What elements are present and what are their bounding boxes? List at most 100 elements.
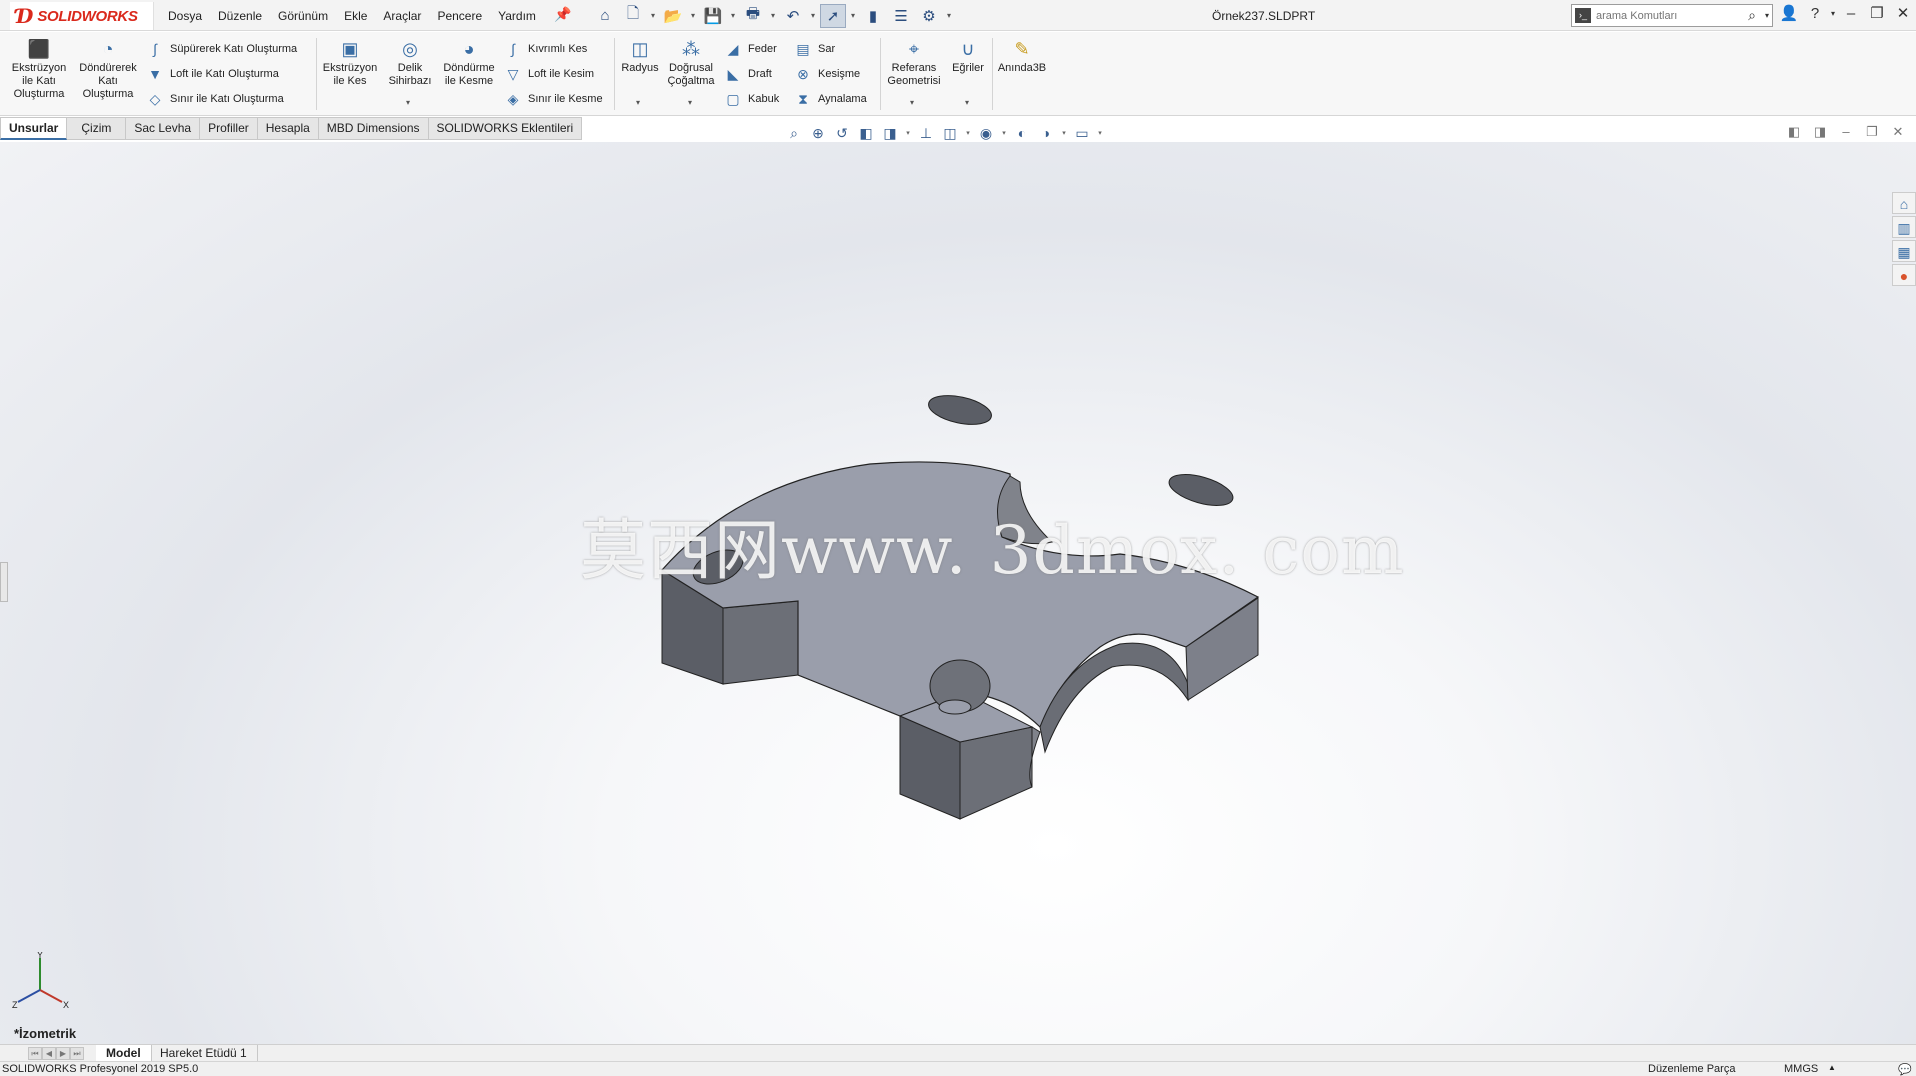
chevron-down-icon[interactable]: ▾ <box>904 129 912 137</box>
edit-appearance-icon[interactable]: ◉ <box>976 125 996 142</box>
hide-show-items-icon[interactable]: ◫ <box>940 125 960 142</box>
part-model-3d[interactable] <box>0 142 1916 1044</box>
revolve-boss-button[interactable]: ◔ Döndürerek Katı Oluşturma <box>76 38 140 101</box>
draft-button[interactable]: ◣ Draft <box>724 65 772 83</box>
file-explorer-icon[interactable]: ▦ <box>1892 240 1916 262</box>
chevron-down-icon[interactable]: ▾ <box>1096 129 1104 137</box>
save-icon[interactable]: 💾 <box>700 4 726 28</box>
chevron-down-icon[interactable]: ▾ <box>636 98 640 107</box>
previous-view-icon[interactable]: ↺ <box>832 125 852 142</box>
select-cursor-icon[interactable]: ➚ <box>820 3 846 28</box>
extrude-boss-button[interactable]: ⬛ Ekstrüzyon ile Katı Oluşturma <box>6 38 72 101</box>
chevron-down-icon[interactable]: ▾ <box>1765 11 1769 20</box>
shell-button[interactable]: ▢ Kabuk <box>724 90 779 108</box>
chevron-down-icon[interactable]: ▾ <box>808 11 818 20</box>
rib-button[interactable]: ◢ Feder <box>724 40 777 58</box>
curves-button[interactable]: ∪ Eğriler <box>948 38 988 75</box>
solidworks-logo[interactable]: Ɗ SOLIDWORKS <box>10 2 154 30</box>
view-settings-icon[interactable]: ◑ <box>1036 125 1056 141</box>
chevron-up-icon[interactable]: ▲ <box>1828 1063 1836 1072</box>
menu-window[interactable]: Pencere <box>437 9 482 23</box>
menu-help[interactable]: Yardım <box>498 9 536 23</box>
search-icon[interactable]: ⌕ <box>1748 7 1756 24</box>
linear-pattern-button[interactable]: ⁂ Doğrusal Çoğaltma <box>664 38 718 88</box>
revolve-cut-button[interactable]: ◕ Döndürme ile Kesme <box>440 38 498 88</box>
chevron-down-icon[interactable]: ▾ <box>768 11 778 20</box>
apply-scene-icon[interactable]: ◐ <box>1012 125 1032 141</box>
tab-solidworks-addins[interactable]: SOLIDWORKS Eklentileri <box>428 117 583 140</box>
appearances-icon[interactable]: ● <box>1892 264 1916 286</box>
split-left-icon[interactable]: ◧ <box>1786 124 1802 140</box>
chat-bubble-icon[interactable]: 💬 <box>1898 1063 1912 1076</box>
tab-features[interactable]: Unsurlar <box>0 117 68 140</box>
display-monitor-icon[interactable]: ▭ <box>1072 125 1092 142</box>
last-tab-icon[interactable]: ⏭ <box>70 1047 84 1060</box>
intersect-button[interactable]: ⊗ Kesişme <box>794 65 860 83</box>
restore-icon[interactable]: ❐ <box>1864 124 1880 140</box>
mirror-button[interactable]: ⧗ Aynalama <box>794 90 867 108</box>
help-icon[interactable]: ? <box>1802 5 1828 22</box>
minimize-icon[interactable]: – <box>1838 124 1854 140</box>
chevron-down-icon[interactable]: ▾ <box>688 11 698 20</box>
home-icon[interactable]: ⌂ <box>592 4 618 28</box>
hole-wizard-button[interactable]: ◎ Delik Sihirbazı <box>384 38 436 88</box>
chevron-down-icon[interactable]: ▾ <box>688 98 692 107</box>
fillet-button[interactable]: ◫ Radyus <box>618 38 662 75</box>
menu-insert[interactable]: Ekle <box>344 9 367 23</box>
loft-boss-button[interactable]: ▼ Loft ile Katı Oluşturma <box>146 65 279 83</box>
instant3d-button[interactable]: ✎ Anında3B <box>996 38 1048 75</box>
graphics-area[interactable]: 莫西网www. 3dmox. com ⌂ ▥ ▦ ● Y X Z *İzomet… <box>0 142 1916 1044</box>
menu-view[interactable]: Görünüm <box>278 9 328 23</box>
loft-cut-button[interactable]: ▽ Loft ile Kesim <box>504 65 594 83</box>
undo-icon[interactable]: ↶ <box>780 4 806 28</box>
prev-tab-icon[interactable]: ◀ <box>42 1047 56 1060</box>
menu-file[interactable]: Dosya <box>168 9 202 23</box>
section-view-icon[interactable]: ◧ <box>856 125 876 142</box>
chevron-down-icon[interactable]: ▾ <box>964 129 972 137</box>
minimize-icon[interactable]: – <box>1838 5 1864 22</box>
restore-icon[interactable]: ❐ <box>1864 4 1890 22</box>
split-right-icon[interactable]: ◨ <box>1812 124 1828 140</box>
chevron-down-icon[interactable]: ▾ <box>406 98 410 107</box>
tab-motion-study-1[interactable]: Hareket Etüdü 1 <box>150 1045 258 1062</box>
chevron-down-icon[interactable]: ▾ <box>1828 9 1838 18</box>
boundary-boss-button[interactable]: ◇ Sınır ile Katı Oluşturma <box>146 90 284 108</box>
display-style-icon[interactable]: ⊥ <box>916 125 936 142</box>
boundary-cut-button[interactable]: ◈ Sınır ile Kesme <box>504 90 603 108</box>
pin-icon[interactable]: 📌 <box>554 6 571 23</box>
close-icon[interactable]: ✕ <box>1890 4 1916 22</box>
next-tab-icon[interactable]: ▶ <box>56 1047 70 1060</box>
design-library-icon[interactable]: ▥ <box>1892 216 1916 238</box>
tab-sketch[interactable]: Çizim <box>67 117 127 140</box>
wrap-button[interactable]: ▤ Sar <box>794 40 835 58</box>
view-orientation-icon[interactable]: ◨ <box>880 125 900 142</box>
file-properties-icon[interactable]: ☰ <box>888 4 914 28</box>
close-icon[interactable]: ✕ <box>1890 124 1906 140</box>
reference-geometry-button[interactable]: ⌖ Referans Geometrisi <box>884 38 944 88</box>
tab-model[interactable]: Model <box>96 1045 152 1062</box>
chevron-down-icon[interactable]: ▾ <box>944 11 954 20</box>
menu-edit[interactable]: Düzenle <box>218 9 262 23</box>
chevron-down-icon[interactable]: ▾ <box>910 98 914 107</box>
zoom-to-area-icon[interactable]: ⊕ <box>808 125 828 142</box>
tab-mbd-dimensions[interactable]: MBD Dimensions <box>318 117 429 140</box>
new-document-icon[interactable]: 🗋 <box>620 4 646 28</box>
tab-profiles[interactable]: Profiller <box>200 117 258 140</box>
chevron-down-icon[interactable]: ▾ <box>648 11 658 20</box>
tab-evaluate[interactable]: Hesapla <box>257 117 319 140</box>
tab-sheet-metal[interactable]: Sac Levha <box>126 117 201 140</box>
zoom-to-fit-icon[interactable]: ⌕ <box>784 125 804 142</box>
chevron-down-icon[interactable]: ▾ <box>965 98 969 107</box>
chevron-down-icon[interactable]: ▾ <box>848 11 858 20</box>
home-icon[interactable]: ⌂ <box>1892 192 1916 214</box>
traffic-light-icon[interactable]: ▮ <box>860 4 886 28</box>
print-icon[interactable]: 🖶 <box>740 4 766 28</box>
menu-tools[interactable]: Araçlar <box>383 9 421 23</box>
open-folder-icon[interactable]: 📂 <box>660 4 686 28</box>
chevron-down-icon[interactable]: ▾ <box>1000 129 1008 137</box>
chevron-down-icon[interactable]: ▾ <box>728 11 738 20</box>
swept-cut-button[interactable]: ∫ Kıvrımlı Kes <box>504 40 587 58</box>
search-input[interactable] <box>1596 7 1736 24</box>
unit-system-selector[interactable]: MMGS <box>1784 1063 1818 1075</box>
chevron-down-icon[interactable]: ▾ <box>1060 129 1068 137</box>
